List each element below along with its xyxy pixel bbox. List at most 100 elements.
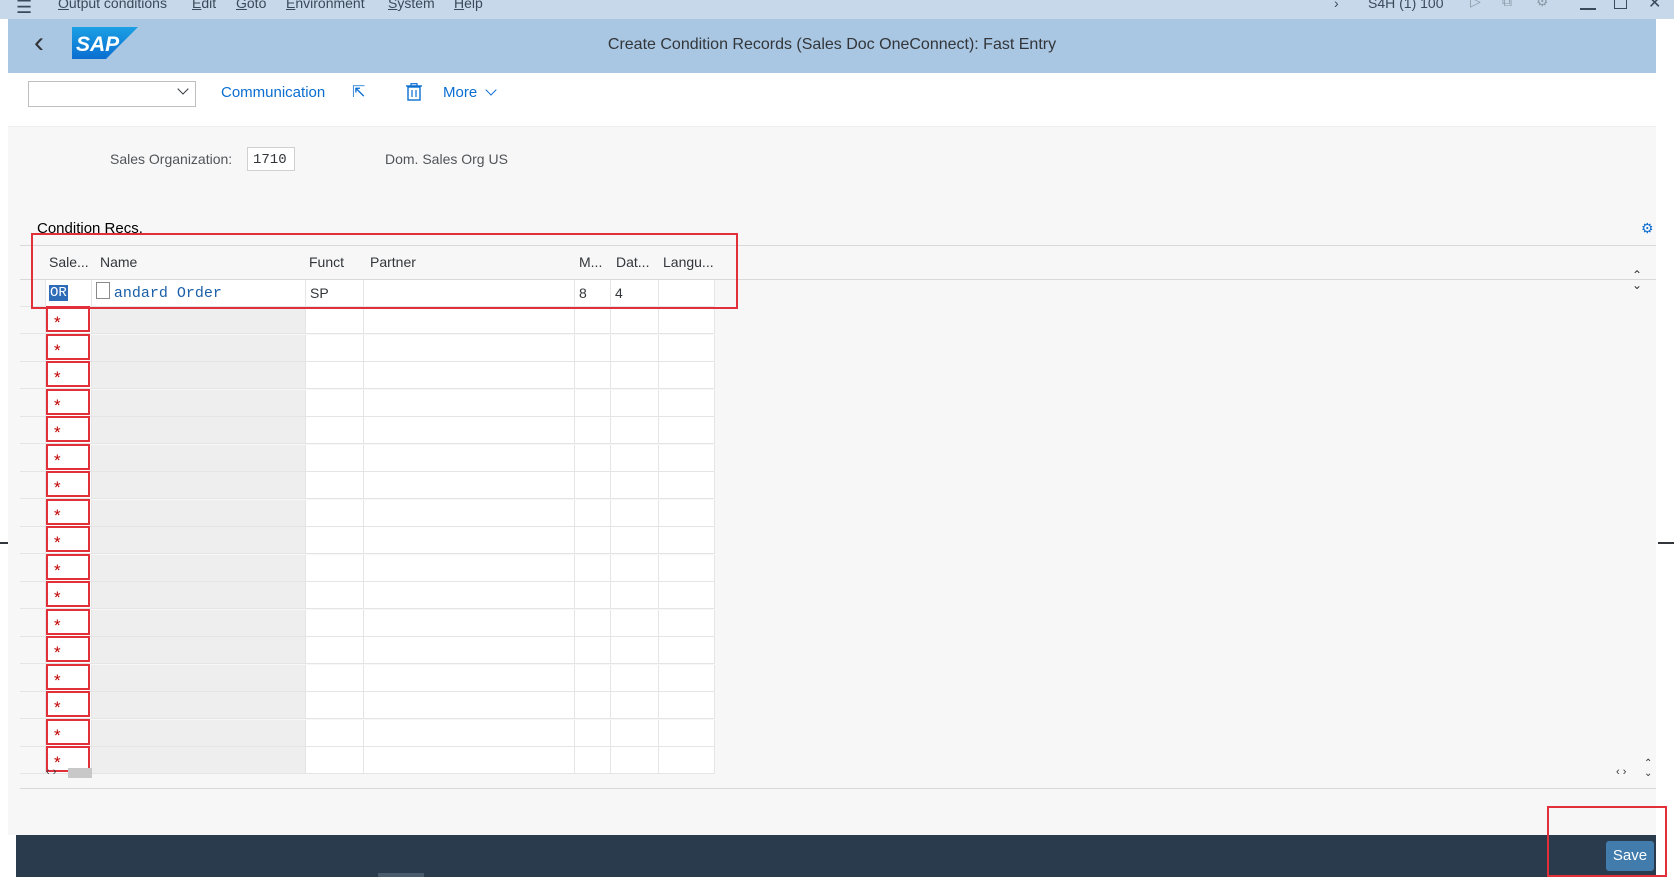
sales-doc-type-cell[interactable]: * (46, 471, 92, 499)
language-cell[interactable] (659, 334, 715, 362)
play-icon[interactable]: ▷ (1470, 0, 1481, 10)
function-cell[interactable] (306, 362, 364, 389)
language-cell[interactable] (659, 692, 715, 719)
row-selector[interactable] (20, 444, 46, 472)
function-cell[interactable] (306, 527, 364, 554)
menu-help[interactable]: Help (454, 0, 483, 11)
date-cell[interactable] (611, 747, 659, 774)
scroll-down-end-icon[interactable]: ⌄ (1644, 768, 1652, 779)
row-selector[interactable] (20, 582, 46, 609)
date-cell[interactable] (611, 444, 659, 472)
row-selector[interactable] (20, 554, 46, 582)
language-cell[interactable] (659, 527, 715, 554)
language-cell[interactable] (659, 417, 715, 444)
partner-cell[interactable] (364, 719, 575, 747)
language-cell[interactable] (659, 637, 715, 664)
row-selector[interactable] (20, 609, 46, 637)
hamburger-menu-icon[interactable]: ☰ (16, 0, 32, 18)
row-selector[interactable] (20, 417, 46, 444)
menu-goto[interactable]: Goto (236, 0, 266, 11)
function-cell[interactable] (306, 472, 364, 499)
row-selector[interactable] (20, 527, 46, 554)
function-cell[interactable] (306, 582, 364, 609)
medium-cell[interactable] (575, 444, 611, 472)
new-session-icon[interactable]: ⧉ (1502, 0, 1512, 10)
medium-cell[interactable] (575, 609, 611, 637)
function-cell[interactable] (306, 609, 364, 637)
row-selector[interactable] (20, 719, 46, 747)
partner-cell[interactable] (364, 307, 575, 334)
date-cell[interactable] (611, 554, 659, 582)
partner-cell[interactable] (364, 637, 575, 664)
partner-cell[interactable] (364, 609, 575, 637)
sales-doc-type-cell[interactable]: * (46, 361, 92, 389)
partner-cell[interactable] (364, 554, 575, 582)
medium-cell[interactable] (575, 334, 611, 362)
communication-button[interactable]: Communication (221, 84, 325, 101)
medium-cell[interactable] (575, 664, 611, 692)
date-cell[interactable] (611, 692, 659, 719)
row-selector[interactable] (20, 472, 46, 499)
language-cell[interactable] (659, 307, 715, 334)
language-cell[interactable] (659, 472, 715, 499)
sales-doc-type-cell[interactable]: * (46, 526, 92, 554)
medium-cell[interactable] (575, 417, 611, 444)
function-cell[interactable] (306, 554, 364, 582)
partner-cell[interactable] (364, 582, 575, 609)
medium-cell[interactable] (575, 472, 611, 499)
date-cell[interactable] (611, 417, 659, 444)
date-cell[interactable] (611, 664, 659, 692)
trash-icon[interactable] (406, 83, 422, 101)
menu-environment[interactable]: Environment (286, 0, 365, 11)
customize-icon[interactable]: ⚙ (1536, 0, 1549, 10)
sales-doc-type-cell[interactable]: * (46, 498, 92, 527)
close-icon[interactable]: ✕ (1648, 0, 1661, 13)
sales-doc-type-cell[interactable]: * (46, 306, 92, 334)
row-selector[interactable] (20, 499, 46, 527)
medium-cell[interactable] (575, 389, 611, 417)
date-cell[interactable] (611, 334, 659, 362)
language-cell[interactable] (659, 362, 715, 389)
language-cell[interactable] (659, 444, 715, 472)
select-entry-icon[interactable]: ⇱ (352, 82, 365, 102)
medium-cell[interactable] (575, 554, 611, 582)
date-cell[interactable] (611, 389, 659, 417)
more-button[interactable]: More (443, 84, 498, 101)
sales-org-field[interactable]: 1710 (247, 147, 295, 171)
row-selector[interactable] (20, 334, 46, 362)
function-cell[interactable] (306, 417, 364, 444)
function-cell[interactable] (306, 444, 364, 472)
date-cell[interactable] (611, 527, 659, 554)
date-cell[interactable] (611, 609, 659, 637)
date-cell[interactable] (611, 637, 659, 664)
partner-cell[interactable] (364, 389, 575, 417)
function-cell[interactable] (306, 637, 364, 664)
function-cell[interactable] (306, 747, 364, 774)
row-selector[interactable] (20, 664, 46, 692)
scroll-left-right-icon[interactable]: ‹ › (46, 766, 56, 778)
medium-cell[interactable] (575, 362, 611, 389)
row-selector[interactable] (20, 307, 46, 334)
partner-cell[interactable] (364, 334, 575, 362)
sales-doc-type-cell[interactable]: * (46, 388, 92, 417)
sales-doc-type-cell[interactable]: * (46, 636, 92, 664)
partner-cell[interactable] (364, 362, 575, 389)
sales-doc-type-cell[interactable]: * (46, 553, 92, 582)
chevron-right-icon[interactable]: › (1334, 0, 1339, 11)
sales-doc-type-cell[interactable]: * (46, 718, 92, 747)
medium-cell[interactable] (575, 637, 611, 664)
language-cell[interactable] (659, 719, 715, 747)
medium-cell[interactable] (575, 747, 611, 774)
date-cell[interactable] (611, 719, 659, 747)
partner-cell[interactable] (364, 417, 575, 444)
partner-cell[interactable] (364, 692, 575, 719)
partner-cell[interactable] (364, 472, 575, 499)
date-cell[interactable] (611, 307, 659, 334)
menu-edit[interactable]: Edit (192, 0, 216, 11)
minimize-icon[interactable] (1580, 8, 1596, 10)
function-cell[interactable] (306, 334, 364, 362)
function-cell[interactable] (306, 307, 364, 334)
date-cell[interactable] (611, 362, 659, 389)
partner-cell[interactable] (364, 444, 575, 472)
menu-system[interactable]: System (388, 0, 435, 11)
